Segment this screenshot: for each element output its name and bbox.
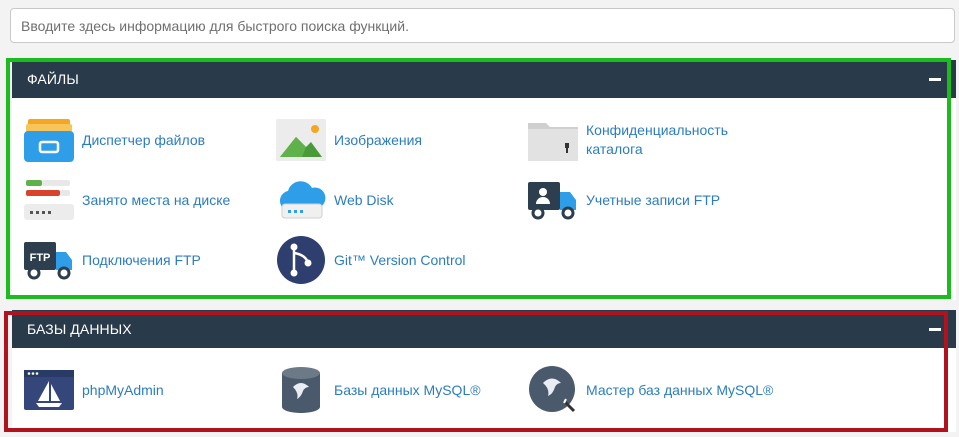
files-panel-title: ФАЙЛЫ [27, 71, 79, 87]
files-collapse-icon[interactable] [928, 72, 942, 86]
images-label: Изображения [334, 131, 422, 148]
images-link[interactable]: Изображения [276, 115, 494, 165]
file-manager-link[interactable]: Диспетчер файлов [24, 115, 242, 165]
git-link[interactable]: Git™ Version Control [276, 235, 514, 285]
web-disk-icon [276, 175, 326, 225]
mysql-wizard-link[interactable]: Мастер баз данных MySQL® [528, 365, 806, 415]
phpmyadmin-link[interactable]: phpMyAdmin [24, 365, 242, 415]
web-disk-link[interactable]: Web Disk [276, 175, 494, 225]
images-icon [276, 115, 326, 165]
ftp-accounts-link[interactable]: Учетные записи FTP [528, 175, 746, 225]
disk-usage-label: Занято места на диске [82, 191, 231, 208]
mysql-wizard-label: Мастер баз данных MySQL® [586, 381, 774, 398]
directory-privacy-link[interactable]: Конфиденциальность каталога [528, 115, 746, 165]
disk-usage-link[interactable]: Занято места на диске [24, 175, 242, 225]
git-label: Git™ Version Control [334, 251, 466, 268]
mysql-databases-label: Базы данных MySQL® [334, 381, 481, 398]
mysql-wizard-icon [528, 365, 578, 415]
directory-privacy-icon [528, 115, 578, 165]
search-input[interactable] [10, 8, 955, 43]
files-panel-header[interactable]: ФАЙЛЫ [12, 60, 956, 98]
phpmyadmin-icon [24, 365, 74, 415]
ftp-accounts-icon [528, 175, 578, 225]
git-icon [276, 235, 326, 285]
ftp-connections-icon: FTP [24, 235, 74, 285]
file-manager-icon [24, 115, 74, 165]
ftp-accounts-label: Учетные записи FTP [586, 191, 721, 208]
ftp-connections-link[interactable]: FTP Подключения FTP [24, 235, 242, 285]
mysql-databases-icon [276, 365, 326, 415]
svg-text:FTP: FTP [30, 252, 51, 264]
databases-collapse-icon[interactable] [928, 322, 942, 336]
files-panel: ФАЙЛЫ Диспетчер файлов Изображения Конфи… [12, 60, 956, 300]
databases-panel: БАЗЫ ДАННЫХ phpMyAdmin Базы данных MySQL… [12, 310, 956, 432]
disk-usage-icon [24, 175, 74, 225]
databases-panel-title: БАЗЫ ДАННЫХ [27, 321, 132, 337]
databases-panel-header[interactable]: БАЗЫ ДАННЫХ [12, 310, 956, 348]
mysql-databases-link[interactable]: Базы данных MySQL® [276, 365, 514, 415]
phpmyadmin-label: phpMyAdmin [82, 381, 164, 398]
directory-privacy-label: Конфиденциальность каталога [586, 122, 729, 157]
ftp-connections-label: Подключения FTP [82, 251, 201, 268]
file-manager-label: Диспетчер файлов [82, 131, 206, 148]
web-disk-label: Web Disk [334, 191, 394, 208]
